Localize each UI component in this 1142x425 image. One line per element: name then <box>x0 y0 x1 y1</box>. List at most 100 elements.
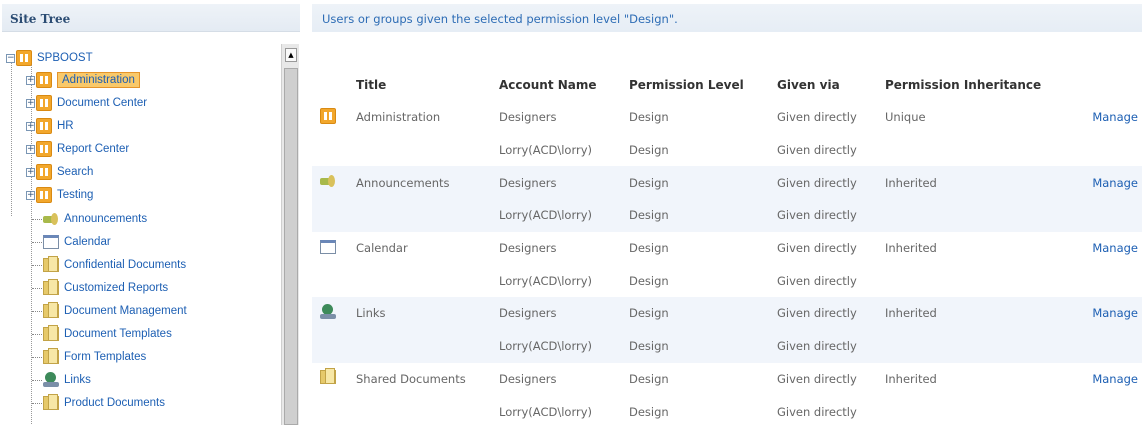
tree-node-3[interactable]: + Report Center <box>26 139 129 159</box>
tree-list-4[interactable]: Document Management <box>32 301 187 321</box>
manage-link[interactable]: Manage <box>1092 241 1138 255</box>
expand-icon[interactable]: + <box>26 75 35 85</box>
cell-given-via: Given directly <box>777 273 857 288</box>
cell-title <box>354 199 497 232</box>
cell-permission-inheritance: Inherited <box>885 371 937 386</box>
expand-icon[interactable]: + <box>26 190 35 200</box>
row-icon-cell <box>312 134 354 167</box>
scroll-up-arrow-icon[interactable]: ▲ <box>285 48 297 62</box>
tree-list-7[interactable]: Links <box>32 370 91 390</box>
cell-account-name: Designers <box>497 166 627 200</box>
document-library-icon <box>43 394 59 410</box>
site-icon <box>320 107 336 124</box>
site-icon <box>36 95 52 111</box>
document-library-icon <box>43 279 59 295</box>
manage-column-header <box>1073 68 1142 101</box>
links-icon <box>320 303 336 320</box>
cell-title: Shared Documents <box>356 371 466 386</box>
tree-list-label: Document Templates <box>64 328 172 340</box>
row-icon-cell <box>312 264 354 297</box>
row-icon-cell <box>312 329 354 363</box>
manage-link[interactable]: Manage <box>1092 372 1138 386</box>
cell-title <box>354 264 497 297</box>
announcement-icon <box>43 212 59 226</box>
manage-link[interactable]: Manage <box>1092 176 1138 190</box>
row-icon-cell <box>312 101 354 134</box>
tree-node-label: Administration <box>57 72 140 88</box>
manage-cell: Manage <box>1073 232 1142 265</box>
column-header-title: Title <box>356 77 387 92</box>
table-row: Calendar Designers Design Given directly Inh… <box>312 232 1142 265</box>
cell-title: Links <box>354 297 497 330</box>
links-icon <box>43 372 59 388</box>
row-icon-cell <box>312 395 354 425</box>
cell-given-via: Given directly <box>777 143 857 158</box>
tree-node-4[interactable]: + Search <box>26 162 93 182</box>
site-tree-title: Site Tree <box>10 12 71 26</box>
permissions-description: Users or groups given the selected permi… <box>322 12 678 26</box>
tree-list-3[interactable]: Customized Reports <box>32 278 168 298</box>
cell-permission-inheritance <box>883 264 1073 297</box>
row-icon-cell <box>312 166 354 200</box>
calendar-icon <box>320 239 336 254</box>
cell-permission-inheritance <box>883 395 1073 425</box>
table-row: Shared Documents Designers Design Given dir… <box>312 363 1142 396</box>
tree-node-5[interactable]: + Testing <box>26 185 93 205</box>
cell-permission-level: Design <box>627 199 775 232</box>
manage-cell: Manage <box>1073 166 1142 200</box>
tree-node-2[interactable]: + HR <box>26 116 74 136</box>
manage-link[interactable]: Manage <box>1092 306 1138 320</box>
cell-given-via: Given directly <box>775 297 883 330</box>
manage-link[interactable]: Manage <box>1092 110 1138 124</box>
tree-list-6[interactable]: Form Templates <box>32 347 146 367</box>
expand-icon[interactable]: + <box>26 98 35 108</box>
collapse-icon[interactable]: − <box>6 53 15 63</box>
cell-permission-level: Design <box>627 297 775 330</box>
tree-list-8[interactable]: Product Documents <box>32 393 165 413</box>
tree-node-label: Report Center <box>57 143 130 155</box>
row-icon-cell <box>312 199 354 232</box>
tree-list-1[interactable]: Calendar <box>32 232 111 252</box>
cell-permission-inheritance <box>883 199 1073 232</box>
cell-permission-level: Design <box>629 371 669 386</box>
expand-icon[interactable]: + <box>26 167 35 177</box>
table-row: Lorry(ACD\lorry) Design Given directly <box>312 264 1142 297</box>
site-tree-scrollbar[interactable]: ▲ <box>281 44 299 425</box>
permissions-panel: Users or groups given the selected permi… <box>312 0 1142 425</box>
column-header-permission-inheritance: Permission Inheritance <box>885 77 1042 92</box>
cell-title: Administration <box>356 110 441 125</box>
table-row: Lorry(ACD\lorry) Design Given directly <box>312 199 1142 232</box>
manage-cell: Manage <box>1073 297 1142 330</box>
tree-node-label: Document Center <box>57 97 148 109</box>
tree-list-0[interactable]: Announcements <box>32 209 147 229</box>
table-row: Lorry(ACD\lorry) Design Given directly <box>312 395 1142 425</box>
tree-node-0[interactable]: + Administration <box>26 70 140 90</box>
cell-account-name: Lorry(ACD\lorry) <box>497 329 627 363</box>
site-tree-header: Site Tree <box>2 4 300 32</box>
tree-list-label: Product Documents <box>64 397 165 409</box>
cell-given-via: Given directly <box>775 199 883 232</box>
manage-cell <box>1073 134 1142 167</box>
tree-node-1[interactable]: + Document Center <box>26 93 147 113</box>
cell-given-via: Given directly <box>777 404 857 419</box>
column-header-permission-level: Permission Level <box>629 77 744 92</box>
manage-cell <box>1073 199 1142 232</box>
cell-permission-inheritance: Inherited <box>883 166 1073 200</box>
column-header-given-via: Given via <box>777 77 840 92</box>
expand-icon[interactable]: + <box>26 121 35 131</box>
cell-account-name: Lorry(ACD\lorry) <box>499 404 592 419</box>
table-row: Lorry(ACD\lorry) Design Given directly <box>312 134 1142 167</box>
tree-root[interactable]: − SPBOOST <box>6 48 93 68</box>
table-header-row: Title Account Name Permission Level Give… <box>312 68 1142 101</box>
row-icon-cell <box>312 297 354 330</box>
scrollbar-thumb[interactable] <box>284 68 298 425</box>
tree-list-label: Customized Reports <box>64 282 169 294</box>
tree-list-5[interactable]: Document Templates <box>32 324 172 344</box>
cell-title <box>354 134 497 167</box>
cell-permission-inheritance <box>883 329 1073 363</box>
cell-permission-level: Design <box>629 143 669 158</box>
tree-node-label: Testing <box>57 189 94 201</box>
table-row: Administration Designers Design Given direc… <box>312 101 1142 134</box>
tree-list-2[interactable]: Confidential Documents <box>32 255 186 275</box>
expand-icon[interactable]: + <box>26 144 35 154</box>
